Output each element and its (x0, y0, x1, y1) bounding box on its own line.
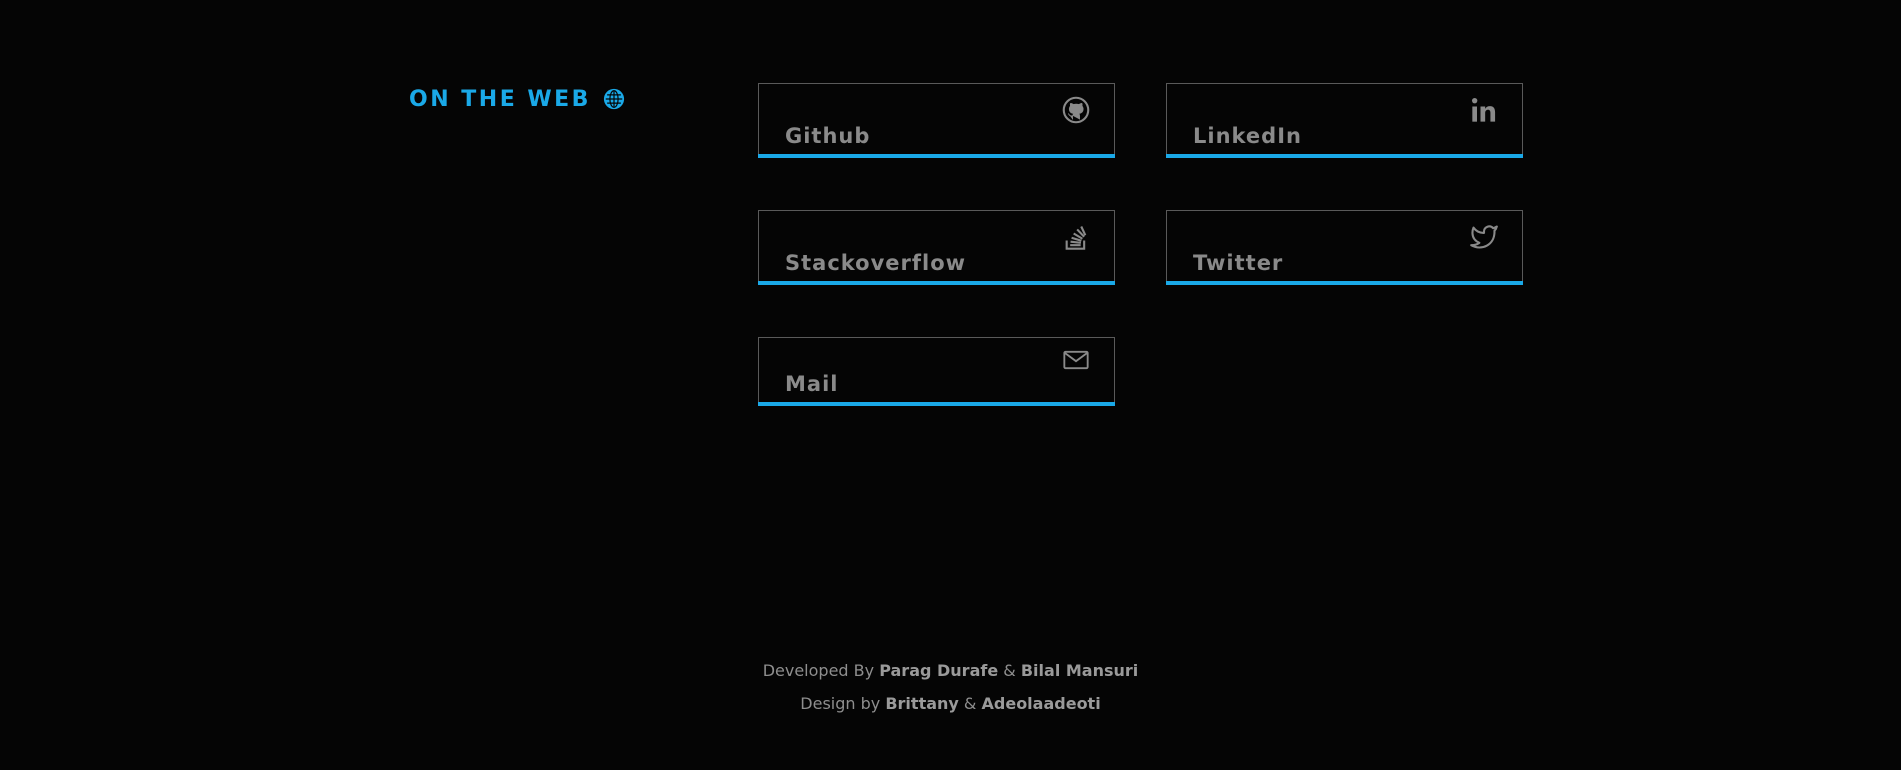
stackoverflow-label: Stackoverflow (785, 251, 967, 275)
developed-separator: & (1003, 661, 1016, 680)
developed-by-credit: Developed By Parag Durafe & Bilal Mansur… (0, 661, 1901, 680)
design-by-credit: Design by Brittany & Adeolaadeoti (0, 694, 1901, 713)
design-prefix: Design by (800, 694, 881, 713)
github-link-card[interactable]: Github (758, 83, 1115, 158)
designer-adeolaadeoti-link[interactable]: Adeolaadeoti (982, 694, 1101, 713)
developed-prefix: Developed By (762, 661, 875, 680)
github-icon (1062, 96, 1090, 124)
developer-bilal-link[interactable]: Bilal Mansuri (1021, 661, 1138, 680)
developer-parag-link[interactable]: Parag Durafe (879, 661, 998, 680)
github-label: Github (785, 124, 871, 148)
linkedin-icon (1470, 96, 1498, 124)
section-title: ON THE WEB (409, 86, 591, 112)
globe-icon (603, 88, 625, 110)
mail-icon (1062, 346, 1090, 374)
twitter-label: Twitter (1193, 251, 1284, 275)
design-separator: & (963, 694, 977, 713)
stackoverflow-link-card[interactable]: Stackoverflow (758, 210, 1115, 285)
mail-label: Mail (785, 372, 839, 396)
stackoverflow-icon (1062, 223, 1090, 251)
mail-link-card[interactable]: Mail (758, 337, 1115, 406)
twitter-icon (1470, 223, 1498, 251)
linkedin-label: LinkedIn (1193, 124, 1302, 148)
twitter-link-card[interactable]: Twitter (1166, 210, 1523, 285)
on-the-web-heading: ON THE WEB (409, 84, 625, 114)
designer-brittany-link[interactable]: Brittany (885, 694, 958, 713)
linkedin-link-card[interactable]: LinkedIn (1166, 83, 1523, 158)
